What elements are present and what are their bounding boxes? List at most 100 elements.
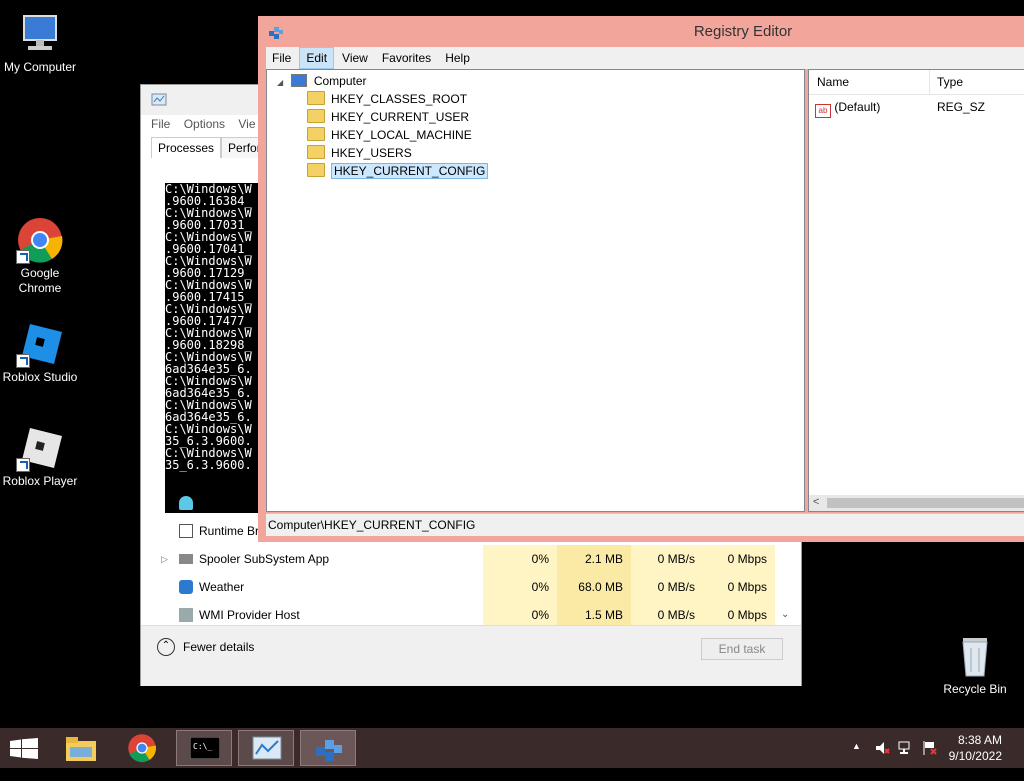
end-task-button[interactable]: End task xyxy=(701,638,783,660)
window-title: Registry Editor xyxy=(693,23,793,40)
tree-node-label: HKEY_CLASSES_ROOT xyxy=(331,92,468,106)
scroll-left-icon[interactable]: < xyxy=(813,496,819,508)
roblox-studio-icon xyxy=(16,320,64,368)
menu-view[interactable]: View xyxy=(336,47,374,69)
tree-node-label: Computer xyxy=(313,74,367,88)
desktop-icon-roblox-studio[interactable]: Roblox Studio xyxy=(0,320,80,385)
open-shell-icon xyxy=(179,496,193,510)
console-line: 35_6.3.9600. xyxy=(165,458,252,472)
command-prompt-window[interactable]: C:\ C:\Windows\W .9600.16384_ C:\Windows\W… xyxy=(165,161,265,513)
scroll-thumb[interactable] xyxy=(827,498,1024,508)
clock-date: 9/10/2022 xyxy=(948,749,1002,763)
desktop-icon-label: Roblox Studio xyxy=(2,370,78,384)
action-center-flag-icon[interactable] xyxy=(922,740,938,780)
regedit-menubar: File Edit View Favorites Help xyxy=(266,47,1024,69)
cmd-icon: C:\_ xyxy=(190,737,220,759)
task-manager-icon xyxy=(252,736,282,760)
process-row[interactable]: Weather 0% 68.0 MB 0 MB/s 0 Mbps xyxy=(141,573,801,601)
tree-node-hkey-users[interactable]: HKEY_USERS xyxy=(307,144,412,162)
tree-node-label: HKEY_USERS xyxy=(331,146,412,160)
value-name: (Default) xyxy=(834,100,881,114)
menu-help[interactable]: Help xyxy=(439,47,476,69)
cpu-cell: 0% xyxy=(483,545,557,573)
taskbar-task-manager[interactable] xyxy=(238,730,294,766)
tree-node-label-selected: HKEY_CURRENT_CONFIG xyxy=(331,163,489,179)
chrome-icon xyxy=(16,216,64,264)
tree-node-hkey-current-config[interactable]: HKEY_CURRENT_CONFIG xyxy=(307,162,489,180)
list-header: Name Type xyxy=(809,70,1024,95)
column-header-name[interactable]: Name xyxy=(817,70,849,94)
folder-icon xyxy=(307,91,325,105)
desktop-icon-label: My Computer xyxy=(3,60,77,74)
registry-values-pane[interactable]: Name Type ab (Default) REG_SZ < xyxy=(808,69,1024,512)
menu-file[interactable]: File xyxy=(151,117,170,131)
tree-node-hkey-local-machine[interactable]: HKEY_LOCAL_MACHINE xyxy=(307,126,472,144)
process-name: Open-Shell xyxy=(199,496,260,510)
chrome-icon xyxy=(128,734,157,763)
system-clock[interactable]: 8:38 AM 9/10/2022 xyxy=(949,732,1002,764)
svg-text:C:\_: C:\_ xyxy=(193,742,212,751)
collapse-chevron-icon[interactable]: ⌃ xyxy=(157,638,175,656)
start-button[interactable] xyxy=(0,730,56,766)
taskbar-command-prompt[interactable]: C:\_ xyxy=(176,730,232,766)
wmi-provider-icon xyxy=(179,608,193,622)
menu-options[interactable]: Options xyxy=(184,117,225,131)
menu-view[interactable]: Vie xyxy=(238,117,255,131)
tree-node-label: HKEY_LOCAL_MACHINE xyxy=(331,128,472,142)
list-item[interactable]: ab (Default) REG_SZ xyxy=(815,98,1024,118)
tree-node-hkey-current-user[interactable]: HKEY_CURRENT_USER xyxy=(307,108,469,126)
shortcut-arrow-icon xyxy=(16,354,30,368)
column-header-type[interactable]: Type xyxy=(937,70,963,94)
tab-processes[interactable]: Processes xyxy=(151,137,222,158)
task-manager-menubar: File Options Vie xyxy=(151,113,266,135)
desktop-icon-google-chrome[interactable]: Google Chrome xyxy=(0,216,80,296)
horizontal-scrollbar[interactable]: < xyxy=(809,495,1024,511)
process-row[interactable]: ▷ Spooler SubSystem App 0% 2.1 MB 0 MB/s… xyxy=(141,545,801,573)
network-icon[interactable] xyxy=(898,740,914,780)
menu-file[interactable]: File xyxy=(266,47,297,69)
menu-edit[interactable]: Edit xyxy=(299,47,335,69)
expand-chevron-icon[interactable]: ▷ xyxy=(161,545,168,573)
show-hidden-icons-chevron-icon[interactable]: ▲ xyxy=(852,741,861,781)
desktop-icon-roblox-player[interactable]: Roblox Player xyxy=(0,424,80,489)
status-bar: Computer\HKEY_CURRENT_CONFIG xyxy=(266,513,1024,536)
recycle-bin-icon xyxy=(951,632,999,680)
fewer-details-link[interactable]: Fewer details xyxy=(183,640,254,654)
tree-node-hkey-classes-root[interactable]: HKEY_CLASSES_ROOT xyxy=(307,90,467,108)
disk-cell: 0 MB/s xyxy=(631,545,703,573)
process-name: Runtime Br xyxy=(199,524,260,538)
taskbar: C:\_ ▲ 8:38 AM 9/10/2022 xyxy=(0,728,1024,768)
menu-favorites[interactable]: Favorites xyxy=(376,47,437,69)
regedit-icon xyxy=(316,740,342,761)
task-manager-icon xyxy=(151,93,167,106)
desktop-icon-recycle-bin[interactable]: Recycle Bin xyxy=(935,632,1015,697)
disk-cell: 0 MB/s xyxy=(631,573,703,601)
task-manager-footer: ⌃ Fewer details End task xyxy=(141,625,801,686)
svg-text:C:\: C:\ xyxy=(170,168,183,176)
memory-cell: 2.1 MB xyxy=(557,545,631,573)
collapse-triangle-icon[interactable]: ◢ xyxy=(277,78,283,87)
status-path: Computer\HKEY_CURRENT_CONFIG xyxy=(268,518,476,532)
printer-icon xyxy=(179,554,193,564)
taskbar-file-explorer[interactable] xyxy=(54,730,110,766)
cpu-cell: 0% xyxy=(483,573,557,601)
windows-logo-icon xyxy=(10,738,38,759)
console-output: C:\Windows\W .9600.16384_ C:\Windows\W .960… xyxy=(165,183,265,471)
tree-node-computer[interactable]: ◢ Computer xyxy=(277,72,367,90)
registry-editor-window[interactable]: Registry Editor File Edit View Favorites Hel… xyxy=(258,16,1024,542)
taskbar-registry-editor[interactable] xyxy=(300,730,356,766)
desktop-icon-label: Recycle Bin xyxy=(943,682,1007,696)
registry-tree-pane[interactable]: ◢ Computer HKEY_CLASSES_ROOT HKEY_CURREN… xyxy=(266,69,805,512)
volume-muted-icon[interactable] xyxy=(874,740,890,780)
process-name: Weather xyxy=(199,580,245,594)
roblox-player-icon xyxy=(16,424,64,472)
folder-icon xyxy=(307,127,325,141)
desktop-icon-my-computer[interactable]: My Computer xyxy=(0,10,80,75)
network-cell: 0 Mbps xyxy=(703,573,775,601)
folder-icon xyxy=(307,109,325,123)
taskbar-chrome[interactable] xyxy=(114,730,170,766)
value-type: REG_SZ xyxy=(937,100,986,114)
computer-icon xyxy=(290,74,307,87)
tree-node-label: HKEY_CURRENT_USER xyxy=(331,110,470,124)
clock-time: 8:38 AM xyxy=(957,733,1002,747)
